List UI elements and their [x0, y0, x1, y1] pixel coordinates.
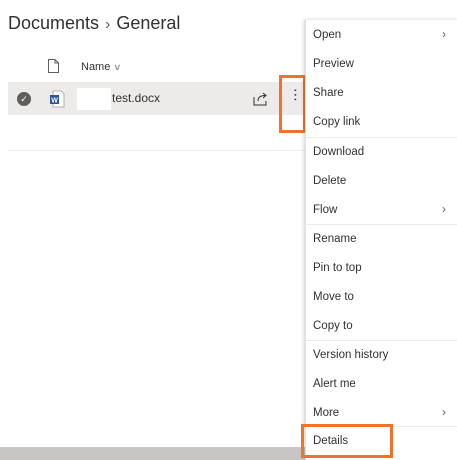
file-name[interactable]: test.docx — [112, 91, 160, 105]
chevron-right-icon: › — [442, 202, 446, 216]
menu-item-rename[interactable]: Rename — [306, 224, 457, 253]
redacted-area — [77, 88, 111, 110]
context-menu: Open › Preview Share Copy link Download … — [305, 20, 457, 460]
menu-item-label: Copy to — [313, 319, 353, 332]
menu-item-label: Share — [313, 86, 344, 99]
menu-item-label: Alert me — [313, 377, 356, 390]
svg-text:W: W — [51, 97, 58, 104]
list-header: Name ∨ — [0, 56, 305, 80]
menu-item-label: Version history — [313, 348, 389, 361]
menu-item-copy-link[interactable]: Copy link — [306, 107, 457, 136]
breadcrumb-general: General — [116, 13, 181, 33]
menu-item-preview[interactable]: Preview — [306, 49, 457, 78]
menu-item-label: Open — [313, 28, 342, 41]
menu-item-pin-to-top[interactable]: Pin to top — [306, 253, 457, 282]
share-icon[interactable] — [253, 91, 269, 106]
menu-item-label: Delete — [313, 174, 347, 187]
menu-item-label: Rename — [313, 232, 357, 245]
breadcrumb-separator: › — [105, 16, 111, 33]
menu-item-alert-me[interactable]: Alert me — [306, 369, 457, 398]
menu-item-move-to[interactable]: Move to — [306, 282, 457, 311]
menu-item-label: Flow — [313, 203, 338, 216]
menu-item-label: Preview — [313, 57, 354, 70]
chevron-down-icon: ∨ — [113, 61, 122, 72]
divider — [8, 150, 305, 151]
menu-item-flow[interactable]: Flow › — [306, 195, 457, 224]
table-row[interactable]: ✓ W test.docx ⋯ — [8, 82, 305, 115]
checkmark-icon[interactable]: ✓ — [17, 92, 31, 106]
menu-item-label: Details — [313, 434, 349, 447]
menu-item-details[interactable]: Details — [306, 426, 457, 455]
menu-item-label: Move to — [313, 290, 354, 303]
word-document-icon: W — [50, 90, 65, 108]
menu-item-delete[interactable]: Delete — [306, 166, 457, 195]
menu-item-open[interactable]: Open › — [306, 20, 457, 49]
more-options-icon[interactable]: ⋯ — [286, 88, 306, 100]
menu-item-label: More — [313, 406, 340, 419]
menu-item-label: Copy link — [313, 115, 361, 128]
menu-item-label: Download — [313, 145, 365, 158]
chevron-right-icon: › — [442, 405, 446, 419]
chevron-right-icon: › — [442, 27, 446, 41]
menu-item-copy-to[interactable]: Copy to — [306, 311, 457, 340]
menu-item-more[interactable]: More › — [306, 398, 457, 427]
menu-item-label: Pin to top — [313, 261, 362, 274]
breadcrumb: Documents › General — [8, 13, 180, 34]
menu-item-version-history[interactable]: Version history — [306, 340, 457, 369]
name-column-label: Name — [81, 61, 111, 73]
breadcrumb-documents[interactable]: Documents — [8, 13, 99, 33]
name-column-header[interactable]: Name ∨ — [81, 61, 122, 73]
menu-item-download[interactable]: Download — [306, 137, 457, 166]
menu-item-share[interactable]: Share — [306, 78, 457, 107]
file-type-icon[interactable] — [48, 59, 59, 73]
